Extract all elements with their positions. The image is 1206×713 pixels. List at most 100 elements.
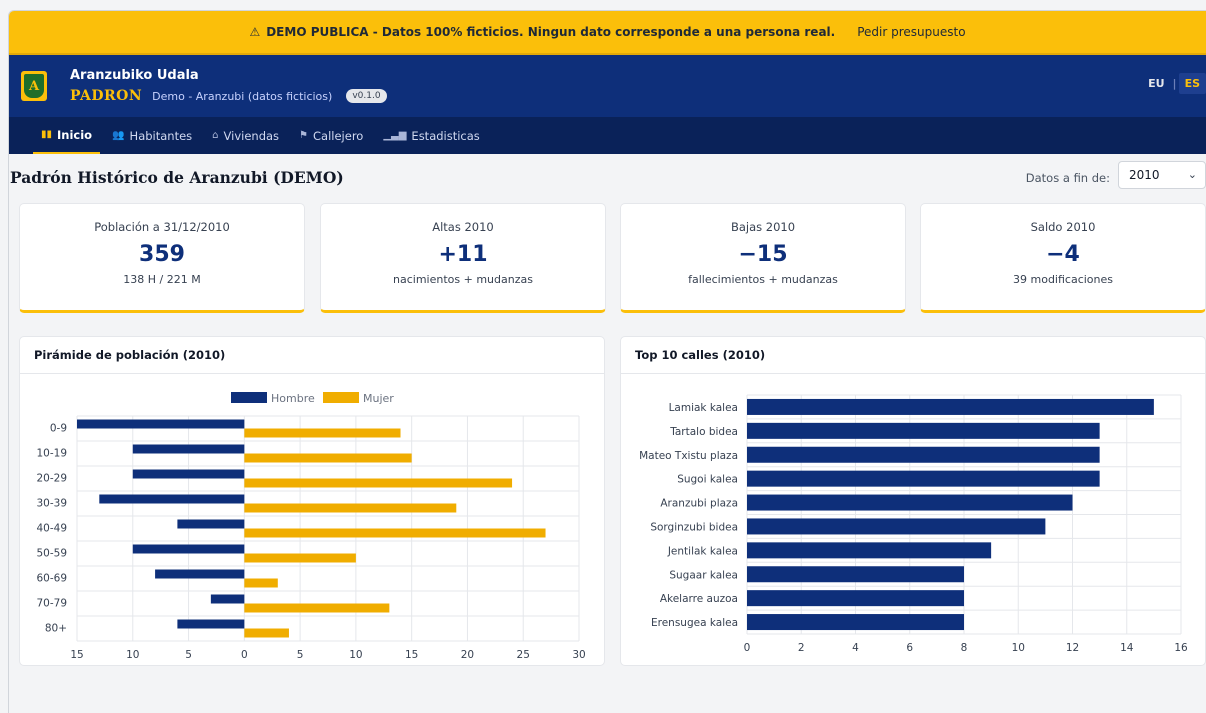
- year-value: 2010: [1129, 168, 1160, 182]
- pyramid-chart: 15 10 5 0 5 10 15 20 25 30 0-9 10-19 20-29 30-39 40-49…: [36, 392, 586, 661]
- legend-swatch-hombre: [231, 392, 267, 403]
- kpi-label: Población a 31/12/2010: [94, 220, 230, 234]
- main-nav: ▮▮ Inicio 👥 Habitantes ⌂ Viviendas ⚑ Cal…: [9, 117, 1206, 154]
- y-tick-label: 50-59: [36, 548, 67, 560]
- lang-es-button[interactable]: ES: [1178, 73, 1206, 94]
- bar-street: [747, 422, 1100, 439]
- app-name: PADRON: [70, 88, 143, 104]
- kpi-value: 359: [139, 242, 185, 267]
- x-tick-label: 10: [1012, 642, 1025, 654]
- bar-street: [747, 590, 964, 607]
- kpi-value: −15: [738, 242, 788, 267]
- y-tick-label: 60-69: [36, 573, 67, 585]
- x-tick-label: 20: [461, 649, 474, 661]
- x-tick-label: 10: [126, 649, 139, 661]
- bar-mujer: [244, 478, 513, 488]
- request-quote-link[interactable]: Pedir presupuesto: [857, 25, 965, 39]
- lang-eu-button[interactable]: EU: [1142, 73, 1170, 94]
- bar-chart-icon: ▁▃▆: [383, 130, 407, 141]
- bar-street: [747, 470, 1100, 487]
- bar-hombre: [132, 469, 245, 479]
- demo-banner: ⚠ DEMO PUBLICA - Datos 100% ficticios. N…: [9, 11, 1206, 55]
- kpi-note: fallecimientos + mudanzas: [688, 273, 838, 286]
- title-row: Padrón Histórico de Aranzubi (DEMO) Dato…: [10, 161, 1206, 191]
- kpi-label: Bajas 2010: [730, 220, 796, 234]
- bar-mujer: [244, 428, 401, 438]
- house-icon: ⌂: [212, 130, 219, 141]
- streets-chart: 0 2 4 6 8 10 12 14 16 Lamiak kalea Tartalo bidea Ma…: [639, 394, 1188, 654]
- bar-hombre: [155, 569, 245, 579]
- bar-street: [747, 542, 992, 559]
- nav-habitantes[interactable]: 👥 Habitantes: [104, 117, 200, 154]
- demo-message: DEMO PUBLICA - Datos 100% ficticios. Nin…: [266, 25, 836, 39]
- bar-mujer: [244, 453, 412, 463]
- x-tick-label: 2: [798, 642, 805, 654]
- x-tick-label: 15: [405, 649, 418, 661]
- crest-letter: A: [24, 74, 44, 98]
- kpi-value: +11: [438, 242, 488, 267]
- bar-street: [747, 494, 1073, 511]
- y-tick-label: Lamiak kalea: [669, 402, 738, 414]
- x-tick-label: 16: [1174, 642, 1188, 654]
- warning-icon: ⚠: [249, 25, 261, 39]
- people-icon: 👥: [112, 130, 125, 141]
- x-tick-label: 5: [185, 649, 192, 661]
- bar-hombre: [132, 444, 245, 454]
- y-tick-label: Sorginzubi bidea: [650, 521, 738, 533]
- y-tick-label: 40-49: [36, 523, 67, 535]
- bar-hombre: [77, 419, 245, 429]
- brand: Aranzubiko Udala PADRON Demo - Aranzubi …: [70, 68, 387, 104]
- bar-hombre: [99, 494, 245, 504]
- home-icon: ▮▮: [41, 129, 53, 140]
- y-tick-label: Sugoi kalea: [677, 474, 738, 486]
- y-tick-label: 20-29: [36, 473, 67, 485]
- y-tick-label: Aranzubi plaza: [660, 498, 738, 510]
- kpi-card-poblacion: Población a 31/12/2010 359 138 H / 221 M: [19, 203, 305, 313]
- app-header: A Aranzubiko Udala PADRON Demo - Aranzub…: [9, 55, 1206, 117]
- x-tick-label: 0: [241, 649, 248, 661]
- kpi-card-altas: Altas 2010 +11 nacimientos + mudanzas: [320, 203, 606, 313]
- bar-mujer: [244, 578, 278, 588]
- kpi-note: nacimientos + mudanzas: [393, 273, 533, 286]
- kpi-label: Altas 2010: [432, 220, 494, 234]
- year-label: Datos a fin de:: [1025, 171, 1110, 185]
- year-select[interactable]: 2010 ⌄: [1118, 161, 1206, 189]
- nav-callejero[interactable]: ⚑ Callejero: [291, 117, 371, 154]
- y-tick-label: Akelarre auzoa: [660, 593, 738, 605]
- bar-mujer: [244, 503, 457, 513]
- x-tick-label: 14: [1120, 642, 1134, 654]
- nav-label: Inicio: [57, 127, 93, 142]
- x-tick-label: 25: [517, 649, 530, 661]
- kpi-card-saldo: Saldo 2010 −4 39 modificaciones: [920, 203, 1206, 313]
- nav-label: Habitantes: [129, 128, 193, 143]
- x-tick-label: 4: [852, 642, 859, 654]
- kpi-value: −4: [1046, 242, 1080, 267]
- bar-street: [747, 614, 964, 631]
- pyramid-panel: Pirámide de población (2010) 15 10 5 0 5 10 15…: [19, 336, 605, 666]
- panel-title: Top 10 calles (2010): [621, 337, 1205, 374]
- y-tick-label: Erensugea kalea: [651, 617, 738, 629]
- kpi-note: 39 modificaciones: [1013, 273, 1113, 286]
- y-tick-label: Jentilak kalea: [667, 545, 738, 557]
- nav-label: Callejero: [313, 128, 364, 143]
- nav-estadisticas[interactable]: ▁▃▆ Estadisticas: [375, 117, 487, 154]
- nav-inicio[interactable]: ▮▮ Inicio: [33, 117, 101, 154]
- x-tick-label: 5: [297, 649, 304, 661]
- bar-street: [747, 566, 964, 583]
- x-tick-label: 6: [906, 642, 913, 654]
- y-tick-label: 10-19: [36, 448, 67, 460]
- bar-mujer: [244, 603, 390, 613]
- nav-viviendas[interactable]: ⌂ Viviendas: [204, 117, 287, 154]
- bar-mujer: [244, 553, 356, 563]
- y-tick-label: Sugaar kalea: [669, 569, 738, 581]
- x-tick-label: 12: [1066, 642, 1079, 654]
- y-tick-label: 80+: [45, 623, 67, 635]
- kpi-label: Saldo 2010: [1030, 220, 1096, 234]
- kpi-card-bajas: Bajas 2010 −15 fallecimientos + mudanzas: [620, 203, 906, 313]
- x-tick-label: 15: [70, 649, 83, 661]
- y-tick-label: Tartalo bidea: [669, 426, 738, 438]
- chevron-down-icon: ⌄: [1187, 168, 1197, 181]
- org-name: Aranzubiko Udala: [70, 68, 199, 83]
- bar-hombre: [177, 519, 245, 529]
- bar-street: [747, 398, 1154, 415]
